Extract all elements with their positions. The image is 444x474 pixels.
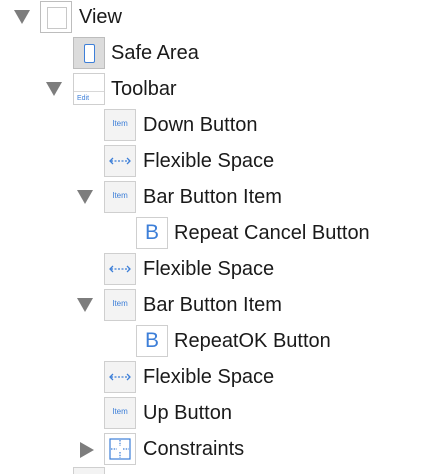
item-icon-text: Item <box>112 119 128 128</box>
disclosure-triangle-expanded-icon[interactable] <box>14 10 30 24</box>
outline-label-flexible-space: Flexible Space <box>143 366 275 388</box>
button-icon-letter: B <box>144 329 159 352</box>
flexible-space-icon <box>104 361 136 393</box>
constraints-icon <box>104 433 136 465</box>
outline-row-partial[interactable] <box>0 464 444 474</box>
bar-button-item-icon: Item <box>104 397 136 429</box>
button-icon: B <box>136 217 168 249</box>
view-icon <box>40 1 72 33</box>
outline-label-up-button: Up Button <box>143 402 232 424</box>
bar-button-item-icon: Item <box>104 289 136 321</box>
outline-row-flexible-space[interactable]: Flexible Space <box>0 144 444 180</box>
item-icon-text: Item <box>112 299 128 308</box>
safe-area-icon <box>73 37 105 69</box>
flexible-space-icon <box>104 253 136 285</box>
outline-label-toolbar: Toolbar <box>111 78 177 100</box>
outline-label-safe-area: Safe Area <box>111 42 199 64</box>
outline-row-safe-area[interactable]: Safe Area <box>0 36 444 72</box>
outline-row-bar-button-item[interactable]: Item Bar Button Item <box>0 288 444 324</box>
outline-label-repeat-cancel-button: Repeat Cancel Button <box>174 222 370 244</box>
item-icon-text: Item <box>112 407 128 416</box>
outline-label-bar-button-item: Bar Button Item <box>143 294 282 316</box>
outline-label-view: View <box>79 6 122 28</box>
toolbar-icon: Edit <box>73 73 105 105</box>
outline-row-bar-button-item[interactable]: Item Bar Button Item <box>0 180 444 216</box>
partial-item-icon <box>73 467 105 474</box>
outline-row-flexible-space[interactable]: Flexible Space <box>0 252 444 288</box>
outline-label-repeat-ok-button: RepeatOK Button <box>174 330 331 352</box>
outline-row-repeat-cancel-button[interactable]: B Repeat Cancel Button <box>0 216 444 252</box>
outline-row-down-button[interactable]: Item Down Button <box>0 108 444 144</box>
outline-label-bar-button-item: Bar Button Item <box>143 186 282 208</box>
button-icon-letter: B <box>144 221 159 244</box>
outline-label-flexible-space: Flexible Space <box>143 150 275 172</box>
outline-row-toolbar[interactable]: Edit Toolbar <box>0 72 444 108</box>
bar-button-item-icon: Item <box>104 109 136 141</box>
outline-row-flexible-space[interactable]: Flexible Space <box>0 360 444 396</box>
outline-label-down-button: Down Button <box>143 114 258 136</box>
button-icon: B <box>136 325 168 357</box>
outline-label-constraints: Constraints <box>143 438 245 460</box>
outline-row-view[interactable]: View <box>0 0 444 36</box>
outline-row-repeat-ok-button[interactable]: B RepeatOK Button <box>0 324 444 360</box>
outline-label-flexible-space: Flexible Space <box>143 258 275 280</box>
outline-row-up-button[interactable]: Item Up Button <box>0 396 444 432</box>
disclosure-triangle-expanded-icon[interactable] <box>46 82 62 96</box>
disclosure-triangle-expanded-icon[interactable] <box>77 190 93 204</box>
toolbar-icon-text: Edit <box>77 95 90 102</box>
disclosure-triangle-expanded-icon[interactable] <box>77 298 93 312</box>
document-outline: View Safe Area Edit Toolbar Item Down Bu… <box>0 0 444 474</box>
flexible-space-icon <box>104 145 136 177</box>
item-icon-text: Item <box>112 191 128 200</box>
outline-row-constraints[interactable]: Constraints <box>0 432 444 468</box>
bar-button-item-icon: Item <box>104 181 136 213</box>
disclosure-triangle-collapsed-icon[interactable] <box>80 442 94 458</box>
